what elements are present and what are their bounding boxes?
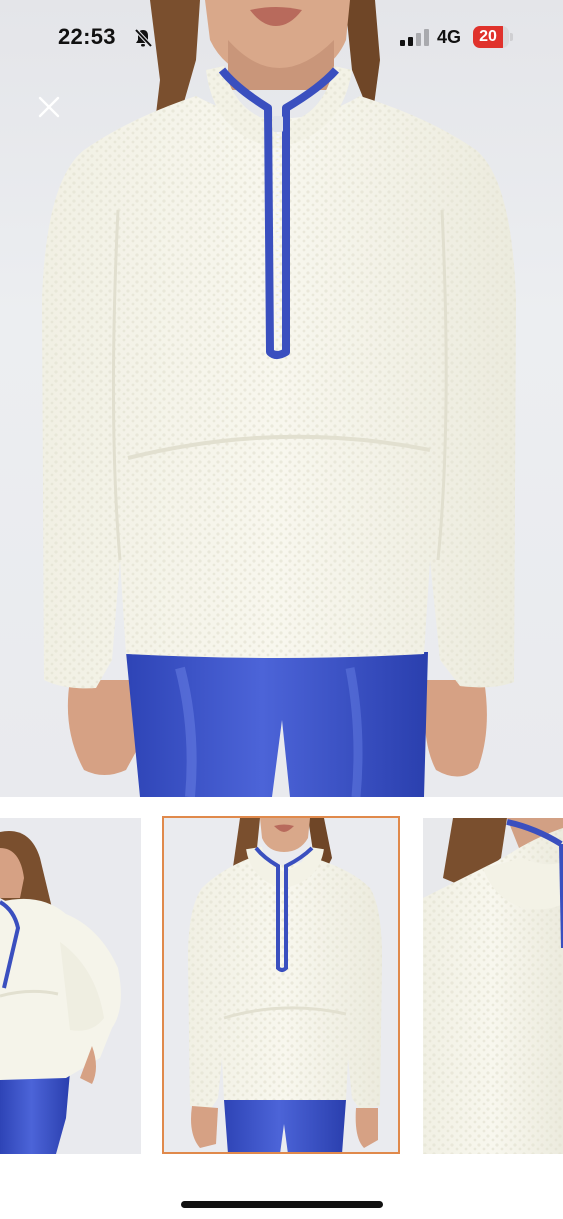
home-indicator[interactable] bbox=[181, 1201, 383, 1208]
thumbnail-side-view[interactable] bbox=[0, 818, 141, 1154]
battery-tip bbox=[510, 33, 513, 41]
bell-slash-icon bbox=[133, 28, 153, 53]
status-bar: 22:53 4G 20 bbox=[0, 0, 563, 78]
status-time: 22:53 bbox=[58, 24, 116, 49]
thumbnail-strip bbox=[0, 813, 563, 1158]
thumbnail-collar-detail[interactable] bbox=[423, 818, 563, 1154]
thumbnail-front-view[interactable] bbox=[164, 818, 400, 1154]
close-icon[interactable] bbox=[36, 94, 62, 120]
main-product-image[interactable] bbox=[0, 0, 563, 797]
network-type: 4G bbox=[437, 27, 462, 47]
battery-percent: 20 bbox=[479, 28, 497, 45]
signal-icon bbox=[400, 29, 430, 51]
battery-icon: 20 bbox=[473, 26, 509, 48]
